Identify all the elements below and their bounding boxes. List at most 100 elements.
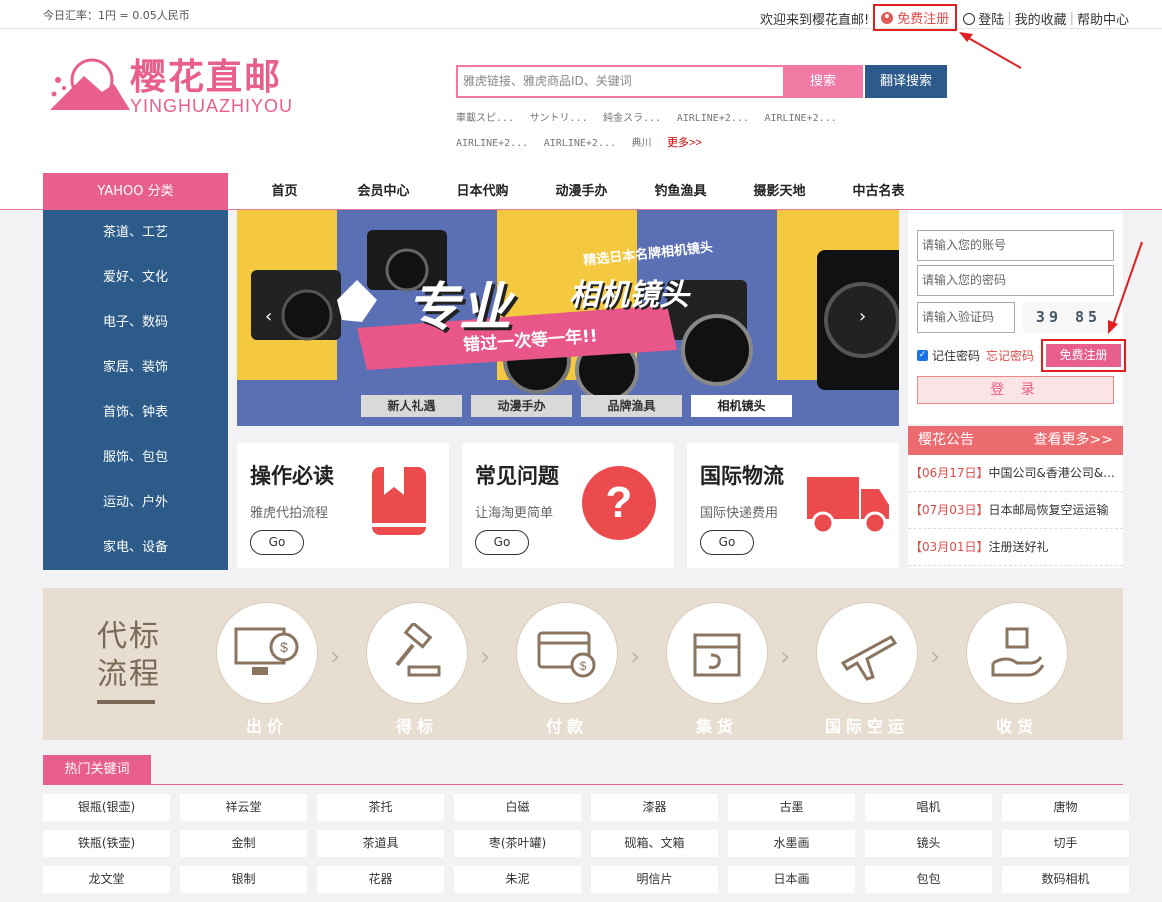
- sidebar-item[interactable]: 运动、户外: [43, 480, 228, 525]
- sidebar-item[interactable]: 服饰、包包: [43, 435, 228, 480]
- sidebar-item[interactable]: 电子、数码: [43, 300, 228, 345]
- hot-link[interactable]: 典川: [632, 138, 652, 149]
- password-input[interactable]: 请输入您的密码: [917, 265, 1114, 296]
- nav-item-home[interactable]: 首页: [235, 173, 334, 210]
- more-link[interactable]: 更多>>: [667, 137, 702, 149]
- card-go-button[interactable]: Go: [475, 530, 529, 555]
- keyword-item[interactable]: 古墨: [728, 794, 855, 821]
- register-link[interactable]: 免费注册: [873, 4, 958, 31]
- hot-link[interactable]: AIRLINE+2...: [456, 138, 528, 149]
- keyword-item[interactable]: 金制: [180, 830, 307, 857]
- banner-tabs: 新人礼遇 动漫手办 品牌渔具 相机镜头: [361, 395, 801, 417]
- notice-item[interactable]: 【03月01日】注册送好礼: [908, 529, 1123, 566]
- hot-link[interactable]: AIRLINE+2...: [677, 113, 749, 124]
- notice-item[interactable]: 【07月03日】日本邮局恢复空运运输: [908, 492, 1123, 529]
- sidebar-item[interactable]: 茶道、工艺: [43, 210, 228, 255]
- keyword-item[interactable]: 镜头: [865, 830, 992, 857]
- book-icon: [372, 467, 426, 535]
- keyword-item[interactable]: 龙文堂: [43, 866, 170, 893]
- hot-link[interactable]: AIRLINE+2...: [764, 113, 836, 124]
- captcha-image[interactable]: 39 85: [1023, 302, 1114, 333]
- keyword-item[interactable]: 茶道具: [317, 830, 444, 857]
- login-link[interactable]: 登陆: [963, 9, 1004, 28]
- search-bar: 雅虎链接、雅虎商品ID、关键词 搜索 翻译搜索: [456, 65, 947, 98]
- translate-search-button[interactable]: 翻译搜索: [865, 65, 947, 98]
- keyword-item[interactable]: 水墨画: [728, 830, 855, 857]
- keyword-item[interactable]: 明信片: [591, 866, 718, 893]
- process-step: 收货: [966, 602, 1068, 737]
- sidebar-item[interactable]: 爱好、文化: [43, 255, 228, 300]
- keyword-item[interactable]: 切手: [1002, 830, 1129, 857]
- notice-text: 注册送好礼: [988, 540, 1049, 554]
- sidebar-item[interactable]: 家居、装饰: [43, 345, 228, 390]
- keyword-item[interactable]: 包包: [865, 866, 992, 893]
- forgot-password-link[interactable]: 忘记密码: [986, 347, 1034, 364]
- notice-item[interactable]: 【06月17日】中国公司&香港公司&...: [908, 455, 1123, 492]
- keyword-item[interactable]: 朱泥: [454, 866, 581, 893]
- top-bar: 今日汇率：1円 = 0.05人民币 欢迎来到樱花直邮! 免费注册 登陆 | 我的…: [0, 0, 1162, 31]
- nav-item-photo[interactable]: 摄影天地: [730, 173, 829, 210]
- info-card-guide[interactable]: 操作必读 雅虎代拍流程 Go: [237, 443, 449, 568]
- nav-item-japan-purchase[interactable]: 日本代购: [433, 173, 532, 210]
- category-menu-title[interactable]: YAHOO 分类: [43, 173, 228, 210]
- search-button[interactable]: 搜索: [783, 65, 863, 98]
- chevron-right-icon: ›: [630, 642, 641, 672]
- keyword-item[interactable]: 白磁: [454, 794, 581, 821]
- card-go-button[interactable]: Go: [250, 530, 304, 555]
- keyword-item[interactable]: 日本画: [728, 866, 855, 893]
- nav-item-watches[interactable]: 中古名表: [829, 173, 928, 210]
- banner-tab-active[interactable]: 相机镜头: [691, 395, 792, 417]
- keyword-item[interactable]: 铁瓶(铁壶): [43, 830, 170, 857]
- banner-next-button[interactable]: ›: [859, 306, 866, 327]
- banner-tab[interactable]: 动漫手办: [471, 395, 572, 417]
- remember-checkbox[interactable]: ✓: [917, 350, 928, 361]
- nav-item-fishing[interactable]: 钓鱼渔具: [631, 173, 730, 210]
- notice-date: 【03月01日】: [910, 540, 989, 554]
- nav-item-member[interactable]: 会员中心: [334, 173, 433, 210]
- remember-label: 记住密码: [932, 349, 981, 363]
- promo-banner[interactable]: 专业 相机镜头 精选日本名牌相机镜头 错过一次等一年!! ‹ › 新人礼遇 动漫…: [237, 210, 899, 426]
- hot-link[interactable]: 純金スラ...: [603, 113, 661, 124]
- keyword-item[interactable]: 唐物: [1002, 794, 1129, 821]
- favorites-link[interactable]: 我的收藏: [1015, 9, 1067, 28]
- banner-prev-button[interactable]: ‹: [265, 306, 272, 327]
- process-step-label: 付款: [545, 717, 588, 736]
- keyword-item[interactable]: 唱机: [865, 794, 992, 821]
- keyword-item[interactable]: 花器: [317, 866, 444, 893]
- keyword-item[interactable]: 枣(茶叶罐): [454, 830, 581, 857]
- keyword-item[interactable]: 银制: [180, 866, 307, 893]
- card-go-button[interactable]: Go: [700, 530, 754, 555]
- keyword-item[interactable]: 数码相机: [1002, 866, 1129, 893]
- register-button[interactable]: 免费注册: [1046, 344, 1121, 367]
- hot-link[interactable]: 車載スピ...: [456, 113, 514, 124]
- keyword-item[interactable]: 茶托: [317, 794, 444, 821]
- bid-monitor-icon: $: [216, 602, 318, 704]
- banner-tab[interactable]: 品牌渔具: [581, 395, 682, 417]
- nav-item-anime[interactable]: 动漫手办: [532, 173, 631, 210]
- login-submit-button[interactable]: 登 录: [917, 376, 1114, 404]
- help-link[interactable]: 帮助中心: [1077, 9, 1129, 28]
- keyword-item[interactable]: 漆器: [591, 794, 718, 821]
- account-input[interactable]: 请输入您的账号: [917, 230, 1114, 261]
- info-card-faq[interactable]: 常见问题 让海淘更简单 Go ?: [462, 443, 674, 568]
- keyword-item[interactable]: 银瓶(银壶): [43, 794, 170, 821]
- notice-more-link[interactable]: 查看更多>>: [1034, 426, 1113, 455]
- site-logo[interactable]: 樱花直邮 YINGHUAZHIYOU: [44, 58, 314, 118]
- process-title: 代标 流程: [97, 618, 161, 704]
- keyword-item[interactable]: 砚箱、文箱: [591, 830, 718, 857]
- receive-hand-icon: [966, 602, 1068, 704]
- user-circle-icon: [963, 12, 976, 25]
- hot-link[interactable]: サントリ...: [530, 113, 588, 124]
- sidebar-item[interactable]: 家电、设备: [43, 525, 228, 570]
- captcha-input[interactable]: 请输入验证码: [917, 302, 1015, 333]
- hot-link[interactable]: AIRLINE+2...: [544, 138, 616, 149]
- keyword-item[interactable]: 祥云堂: [180, 794, 307, 821]
- info-card-shipping[interactable]: 国际物流 国际快递费用 Go: [687, 443, 899, 568]
- sidebar-item[interactable]: 首饰、钟表: [43, 390, 228, 435]
- search-input[interactable]: 雅虎链接、雅虎商品ID、关键词: [456, 65, 783, 98]
- process-step-label: 集货: [695, 717, 738, 736]
- notice-text: 日本邮局恢复空运运输: [988, 503, 1109, 517]
- banner-tab[interactable]: 新人礼遇: [361, 395, 462, 417]
- welcome-text: 欢迎来到樱花直邮!: [760, 13, 870, 28]
- remember-row: ✓ 记住密码 忘记密码: [917, 347, 1034, 364]
